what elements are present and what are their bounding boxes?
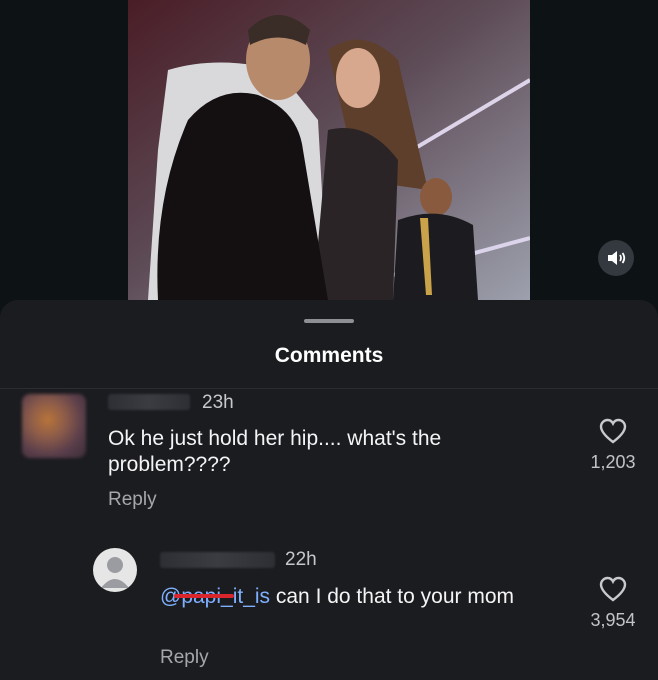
mute-toggle-button[interactable] xyxy=(598,240,634,276)
avatar[interactable] xyxy=(22,394,86,458)
sheet-grabber[interactable] xyxy=(304,319,354,323)
reply-button[interactable]: Reply xyxy=(108,489,157,511)
like-group: 1,203 xyxy=(590,418,636,473)
like-group: 3,954 xyxy=(590,576,636,631)
username-redacted[interactable] xyxy=(160,552,275,568)
sheet-title: Comments xyxy=(274,344,384,367)
comments-sheet: Comments 23h Ok he just hold her hip....… xyxy=(0,300,658,680)
heart-icon[interactable] xyxy=(599,576,627,602)
video-still-image xyxy=(128,0,530,300)
comment-time: 23h xyxy=(202,392,234,413)
reply-button[interactable]: Reply xyxy=(160,647,209,669)
comment-item: 23h Ok he just hold her hip.... what's t… xyxy=(0,388,658,518)
redaction-mark xyxy=(174,594,234,598)
comment-text: @papi_it_is can I do that to your mom xyxy=(160,584,520,610)
like-count: 1,203 xyxy=(590,452,636,472)
avatar-default[interactable] xyxy=(93,548,137,592)
heart-icon[interactable] xyxy=(599,418,627,444)
comment-text: Ok he just hold her hip.... what's the p… xyxy=(108,427,442,476)
comment-body: can I do that to your mom xyxy=(270,585,514,608)
comment-reply-item: 22h @papi_it_is can I do that to your mo… xyxy=(0,538,658,680)
username-redacted[interactable] xyxy=(108,394,190,410)
video-frame[interactable] xyxy=(128,0,530,300)
user-mention[interactable]: @papi_it_is xyxy=(160,585,270,608)
like-count: 3,954 xyxy=(590,610,636,630)
video-player[interactable] xyxy=(0,0,658,320)
comment-time: 22h xyxy=(285,549,317,570)
person-icon xyxy=(101,557,129,588)
speaker-icon xyxy=(608,251,626,265)
